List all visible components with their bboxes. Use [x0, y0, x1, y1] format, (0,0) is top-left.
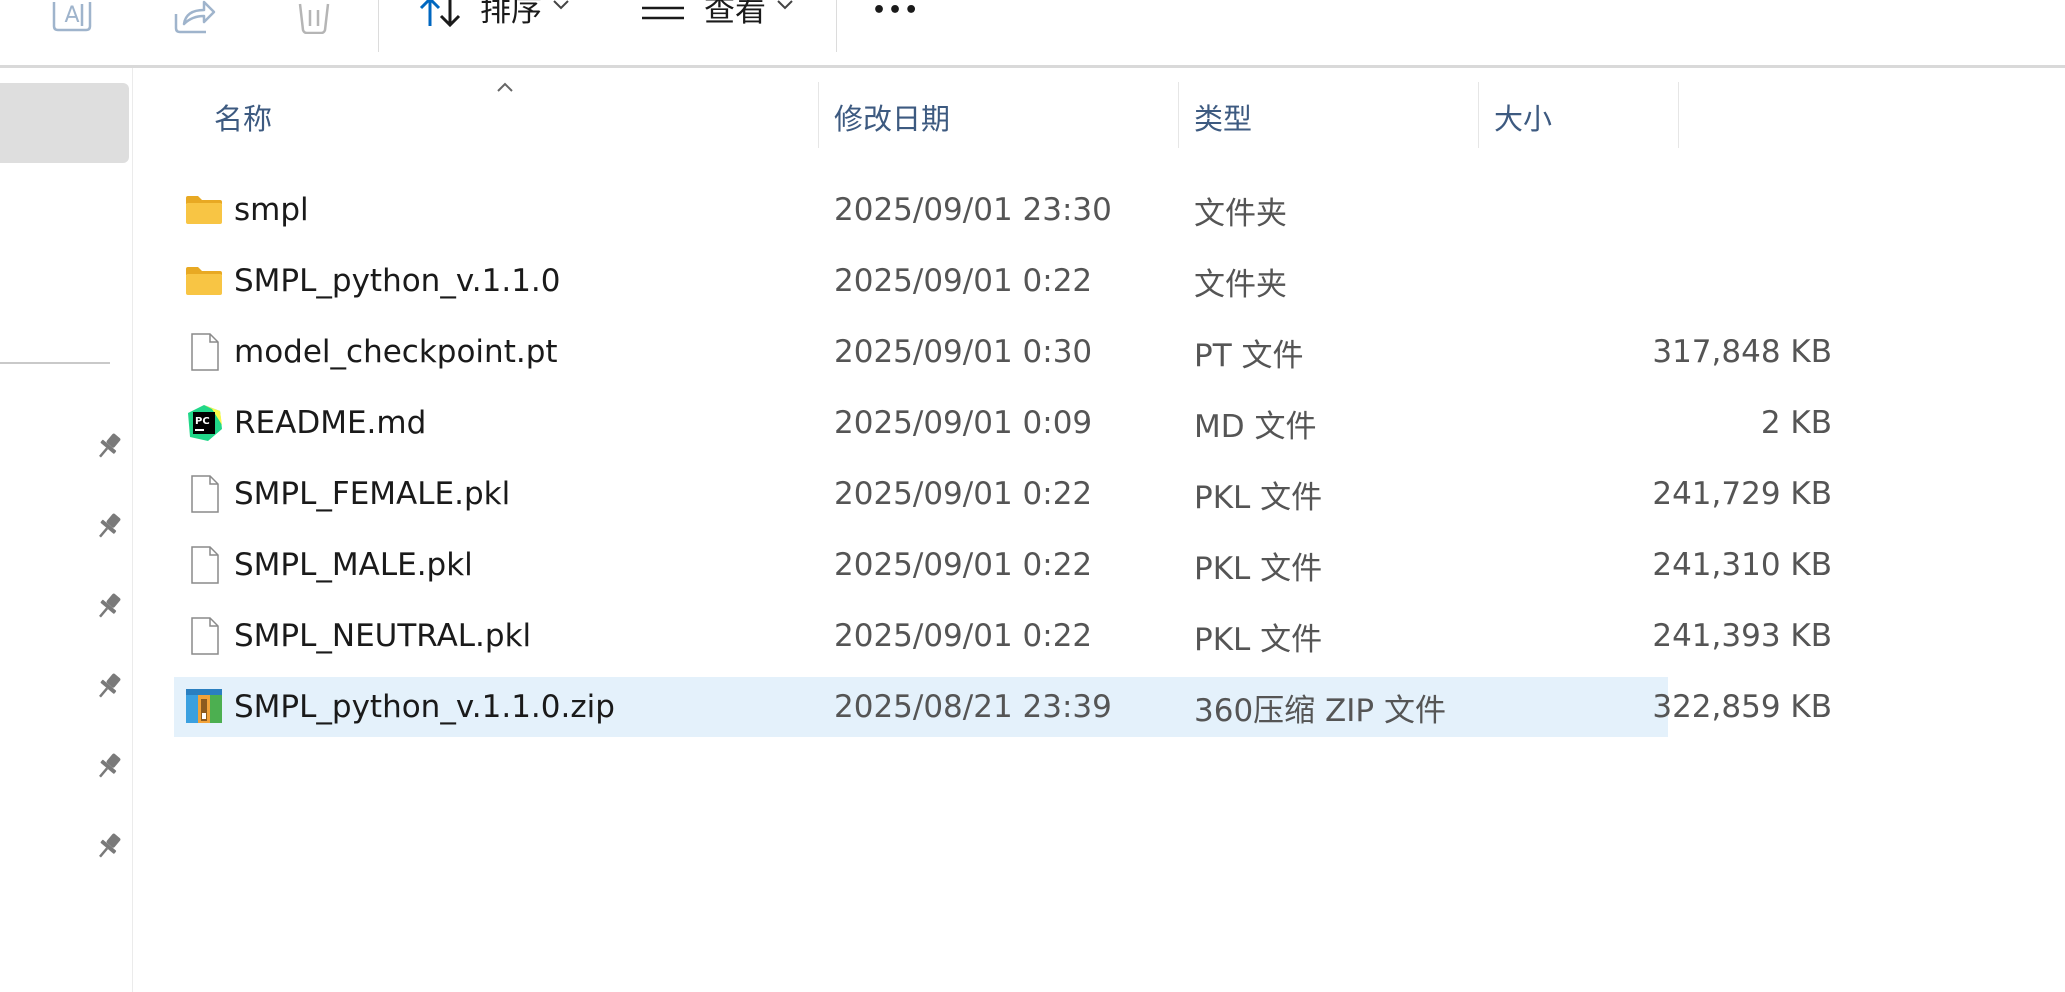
- file-name: SMPL_python_v.1.1.0.zip: [234, 689, 615, 725]
- file-date: 2025/09/01 0:22: [834, 476, 1093, 512]
- trash-icon: [298, 3, 330, 34]
- file-size: 241,729 KB: [1652, 476, 1832, 512]
- file-type: 360压缩 ZIP 文件: [1194, 692, 1446, 729]
- file-name: SMPL_MALE.pkl: [234, 547, 473, 583]
- file-row[interactable]: SMPL_MALE.pkl 2025/09/01 0:22 PKL 文件 241…: [174, 535, 1832, 595]
- share-icon: [174, 0, 216, 34]
- file-type: MD 文件: [1194, 408, 1317, 445]
- view-label: 查看: [704, 0, 766, 29]
- sort-arrows-icon: [419, 0, 461, 28]
- column-header-name[interactable]: 名称: [214, 82, 272, 152]
- view-button[interactable]: 查看: [642, 0, 802, 40]
- file-type: 文件夹: [1194, 195, 1287, 232]
- file-size: 2 KB: [1760, 405, 1832, 441]
- chevron-down-icon: [553, 0, 569, 10]
- generic-file-icon: [191, 475, 219, 513]
- column-header-date[interactable]: 修改日期: [834, 82, 950, 152]
- file-size: [1432, 251, 1832, 311]
- file-size: 241,393 KB: [1652, 618, 1832, 654]
- file-date: 2025/09/01 0:22: [834, 547, 1093, 583]
- file-type: 文件夹: [1194, 266, 1287, 303]
- delete-button[interactable]: [294, 0, 334, 40]
- column-separator[interactable]: [818, 82, 819, 148]
- toolbar-divider: [0, 65, 2065, 68]
- list-view-icon: [642, 6, 684, 20]
- pin-icon[interactable]: [93, 590, 125, 622]
- share-button[interactable]: [172, 0, 216, 40]
- file-row[interactable]: smpl 2025/09/01 23:30 文件夹: [174, 180, 1668, 240]
- file-row[interactable]: SMPL_python_v.1.1.0 2025/09/01 0:22 文件夹: [174, 251, 1668, 311]
- file-date: 2025/09/01 0:22: [834, 263, 1093, 299]
- folder-icon: [186, 196, 222, 224]
- file-type: PKL 文件: [1194, 479, 1323, 516]
- pin-icon[interactable]: [93, 750, 125, 782]
- toolbar-separator: [836, 0, 837, 52]
- column-header-row: 名称 修改日期 类型 大小: [174, 82, 1679, 152]
- file-name: SMPL_python_v.1.1.0: [234, 263, 561, 299]
- file-row-selected[interactable]: SMPL_python_v.1.1.0.zip 2025/08/21 23:39…: [174, 677, 1832, 737]
- sidebar-selected-item[interactable]: [0, 83, 129, 163]
- generic-file-icon: [191, 546, 219, 584]
- pin-icon[interactable]: [93, 830, 125, 862]
- chevron-down-icon: [777, 0, 793, 10]
- generic-file-icon: [191, 333, 219, 371]
- zip-archive-icon: [186, 689, 222, 723]
- pycharm-file-icon: PC: [188, 405, 222, 441]
- more-options-icon: •••: [872, 0, 921, 23]
- file-type: PT 文件: [1194, 337, 1304, 374]
- file-size: 322,859 KB: [1652, 689, 1832, 725]
- toolbar-separator: [378, 0, 379, 52]
- file-name: model_checkpoint.pt: [234, 334, 558, 370]
- file-date: 2025/09/01 23:30: [834, 192, 1112, 228]
- file-name: README.md: [234, 405, 427, 441]
- command-bar: A 排序 查看 •••: [0, 0, 2065, 66]
- file-row[interactable]: SMPL_NEUTRAL.pkl 2025/09/01 0:22 PKL 文件 …: [174, 606, 1832, 666]
- folder-icon: [186, 267, 222, 295]
- sort-button[interactable]: 排序: [418, 0, 578, 40]
- file-date: 2025/08/21 23:39: [834, 689, 1112, 725]
- file-date: 2025/09/01 0:22: [834, 618, 1093, 654]
- more-options-button[interactable]: •••: [872, 0, 928, 40]
- column-separator[interactable]: [1178, 82, 1179, 148]
- svg-text:PC: PC: [195, 416, 210, 427]
- rename-button[interactable]: A: [50, 0, 94, 40]
- file-row[interactable]: PC README.md 2025/09/01 0:09 MD 文件 2 KB: [174, 393, 1832, 453]
- rename-icon: A: [52, 2, 92, 32]
- column-separator[interactable]: [1478, 82, 1479, 148]
- pin-icon[interactable]: [93, 670, 125, 702]
- file-row[interactable]: model_checkpoint.pt 2025/09/01 0:30 PT 文…: [174, 322, 1832, 382]
- file-type: PKL 文件: [1194, 621, 1323, 658]
- column-header-type[interactable]: 类型: [1194, 82, 1252, 152]
- file-type: PKL 文件: [1194, 550, 1323, 587]
- file-name: smpl: [234, 192, 309, 228]
- pin-icon[interactable]: [93, 510, 125, 542]
- sidebar-divider: [0, 362, 110, 364]
- file-date: 2025/09/01 0:09: [834, 405, 1093, 441]
- sort-label: 排序: [480, 0, 542, 29]
- file-name: SMPL_FEMALE.pkl: [234, 476, 511, 512]
- file-size: [1432, 180, 1832, 240]
- svg-text:A: A: [64, 3, 79, 28]
- file-size: 317,848 KB: [1652, 334, 1832, 370]
- sidebar-border: [132, 68, 133, 992]
- file-name: SMPL_NEUTRAL.pkl: [234, 618, 532, 654]
- column-header-size[interactable]: 大小: [1494, 82, 1552, 152]
- generic-file-icon: [191, 617, 219, 655]
- sort-ascending-caret-icon: [497, 82, 513, 92]
- file-size: 241,310 KB: [1652, 547, 1832, 583]
- file-date: 2025/09/01 0:30: [834, 334, 1093, 370]
- column-separator[interactable]: [1678, 82, 1679, 148]
- pin-icon[interactable]: [93, 430, 125, 462]
- file-row[interactable]: SMPL_FEMALE.pkl 2025/09/01 0:22 PKL 文件 2…: [174, 464, 1832, 524]
